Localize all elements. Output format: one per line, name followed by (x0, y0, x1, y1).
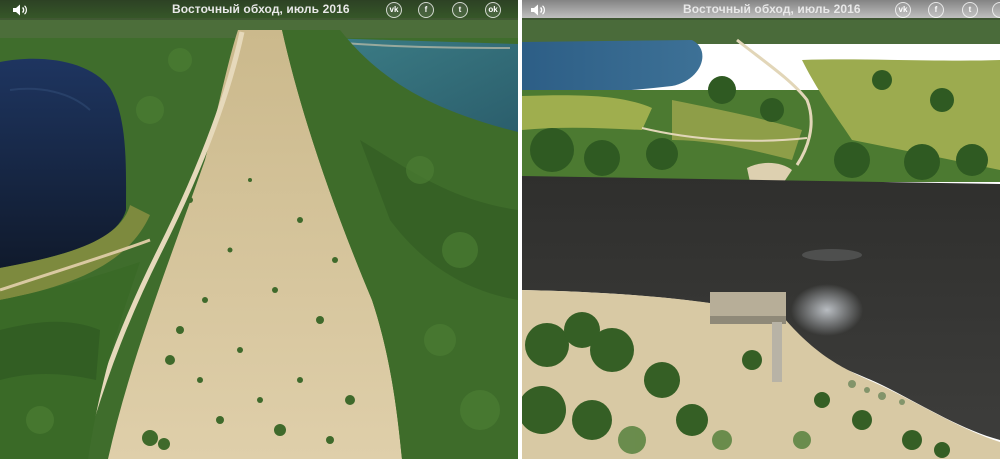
speaker-icon[interactable] (530, 3, 546, 17)
aerial-photo-river-pier[interactable] (522, 0, 1000, 459)
odnoklassniki-icon: ok (488, 5, 498, 14)
odnoklassniki-share-button[interactable]: ok (992, 2, 1000, 18)
panorama-toolbar: Восточный обход, июль 2016 vk f t ok (0, 0, 518, 20)
facebook-share-button[interactable]: f (418, 2, 434, 18)
facebook-icon: f (934, 5, 938, 14)
panorama-toolbar: Восточный обход, июль 2016 vk f t ok (522, 0, 1000, 20)
speaker-icon[interactable] (12, 3, 28, 17)
twitter-icon: t (458, 5, 462, 14)
aerial-photo-sand-strip[interactable] (0, 0, 518, 459)
facebook-icon: f (424, 5, 428, 14)
panorama-title: Восточный обход, июль 2016 (172, 2, 350, 16)
vk-icon: vk (898, 5, 908, 14)
panorama-panel-right[interactable]: Восточный обход, июль 2016 vk f t ok (522, 0, 1000, 459)
twitter-share-button[interactable]: t (962, 2, 978, 18)
panorama-title: Восточный обход, июль 2016 (683, 2, 861, 16)
panorama-panel-left[interactable]: Восточный обход, июль 2016 vk f t ok (0, 0, 518, 459)
twitter-share-button[interactable]: t (452, 2, 468, 18)
vk-share-button[interactable]: vk (386, 2, 402, 18)
twitter-icon: t (968, 5, 972, 14)
vk-icon: vk (389, 5, 399, 14)
odnoklassniki-share-button[interactable]: ok (485, 2, 501, 18)
vk-share-button[interactable]: vk (895, 2, 911, 18)
facebook-share-button[interactable]: f (928, 2, 944, 18)
